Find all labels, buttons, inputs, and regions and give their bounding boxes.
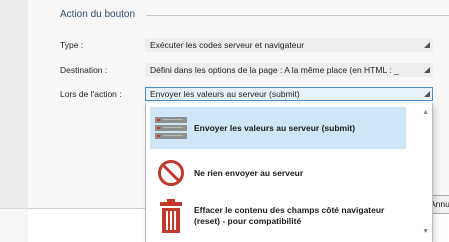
left-side-strip-footer xyxy=(0,208,28,242)
left-side-strip xyxy=(0,0,28,242)
type-combo-value: Exécuter les codes serveur et navigateur xyxy=(150,40,305,50)
scroll-down-icon[interactable]: ▼ xyxy=(422,228,429,235)
dropdown-option-none[interactable]: Ne rien envoyer au serveur xyxy=(150,155,406,191)
type-combo[interactable]: Exécuter les codes serveur et navigateur xyxy=(145,38,433,52)
action-dropdown-list: Envoyer les valeurs au serveur (submit) … xyxy=(145,103,433,242)
prohibited-icon xyxy=(154,159,188,187)
server-icon xyxy=(154,116,188,140)
combo-arrow-icon xyxy=(424,67,430,73)
action-combo-value: Envoyer les valeurs au serveur (submit) xyxy=(150,89,300,99)
action-combo[interactable]: Envoyer les valeurs au serveur (submit) xyxy=(145,87,433,101)
dropdown-option-submit[interactable]: Envoyer les valeurs au serveur (submit) xyxy=(150,107,406,149)
combo-arrow-icon xyxy=(424,91,430,97)
type-label: Type : xyxy=(60,40,84,50)
trash-icon xyxy=(154,199,188,233)
scroll-up-icon[interactable]: ▲ xyxy=(422,109,429,116)
destination-combo-value: Défini dans les options de la page : A l… xyxy=(150,65,399,75)
section-title: Action du bouton xyxy=(60,9,136,20)
dropdown-option-label: Envoyer les valeurs au serveur (submit) xyxy=(194,122,356,133)
dropdown-scrollbar[interactable]: ▲ ▼ xyxy=(418,103,432,242)
action-label: Lors de l'action : xyxy=(60,89,122,99)
section-divider xyxy=(146,15,449,16)
dropdown-option-label: Ne rien envoyer au serveur xyxy=(194,167,304,178)
dropdown-option-reset[interactable]: Effacer le contenu des champs côté navig… xyxy=(150,195,406,237)
dropdown-option-label: Effacer le contenu des champs côté navig… xyxy=(194,205,385,226)
combo-arrow-icon xyxy=(424,42,430,48)
destination-combo[interactable]: Défini dans les options de la page : A l… xyxy=(145,63,433,77)
destination-label: Destination : xyxy=(60,65,108,75)
